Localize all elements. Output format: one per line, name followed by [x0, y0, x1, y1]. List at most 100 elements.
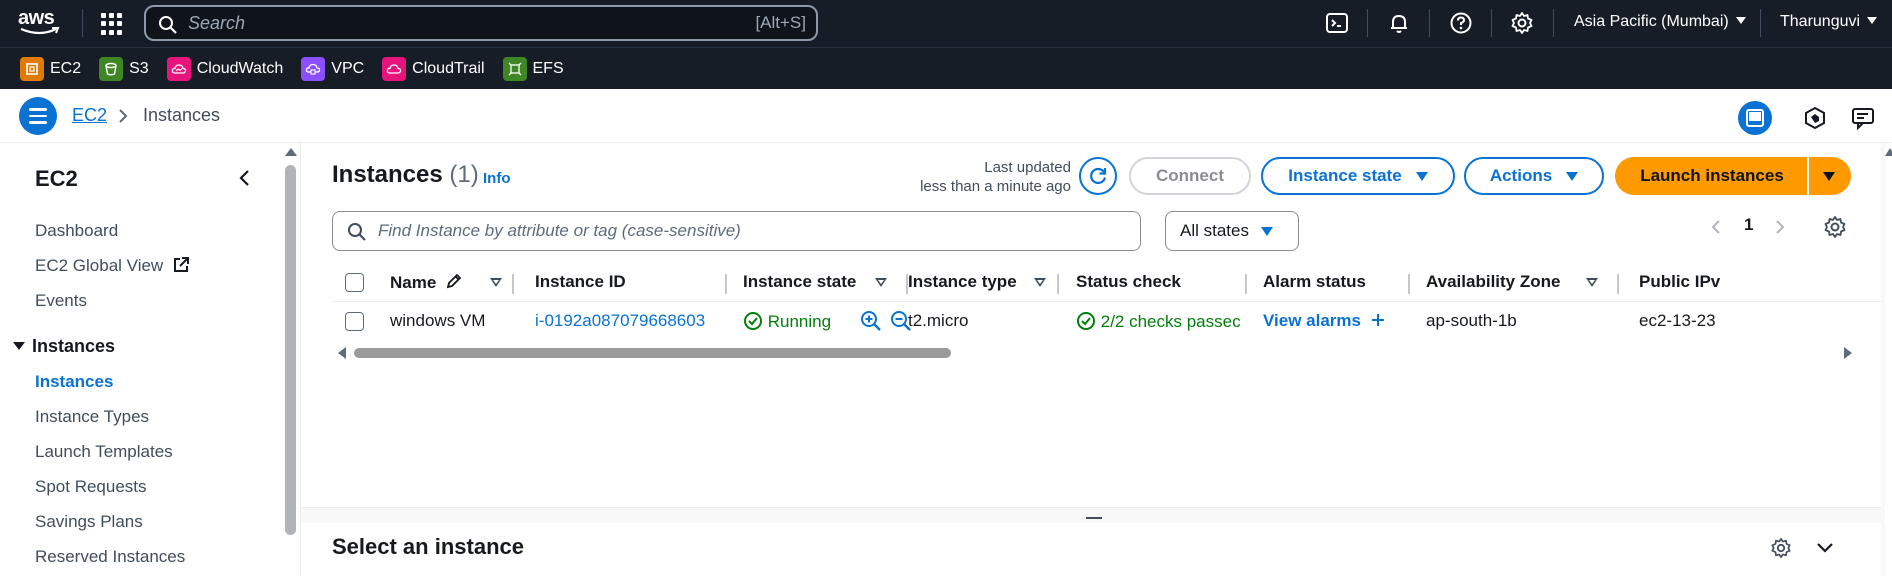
- column-resizer[interactable]: [1408, 274, 1410, 294]
- sidebar-item-spot-requests[interactable]: Spot Requests: [35, 477, 147, 497]
- sidebar-item-dashboard[interactable]: Dashboard: [35, 221, 118, 241]
- previous-page-icon[interactable]: [1709, 218, 1723, 236]
- cell-instance-id-link[interactable]: i-0192a087079668603: [535, 311, 705, 331]
- column-label: Instance type: [908, 272, 1017, 291]
- column-header-availability-zone[interactable]: Availability Zone: [1426, 272, 1560, 292]
- column-resizer[interactable]: [725, 274, 727, 294]
- divider: [1553, 9, 1554, 37]
- column-header-public-ip[interactable]: Public IPv: [1639, 272, 1720, 292]
- cloudshell-icon[interactable]: [1325, 11, 1349, 35]
- services-grid-icon[interactable]: [101, 13, 123, 35]
- chevron-down-icon[interactable]: [1815, 540, 1835, 556]
- table-header: Name Instance ID Instance state Instance…: [332, 264, 1881, 302]
- column-label: Name: [390, 273, 437, 292]
- scroll-left-icon[interactable]: [338, 347, 346, 359]
- scrollbar-thumb[interactable]: [285, 165, 296, 535]
- filter-placeholder: Find Instance by attribute or tag (case-…: [378, 221, 741, 240]
- page-number[interactable]: 1: [1744, 215, 1753, 235]
- column-header-name[interactable]: Name: [390, 272, 463, 293]
- feedback-icon[interactable]: [1846, 101, 1880, 135]
- select-all-checkbox[interactable]: [345, 273, 364, 292]
- table-row[interactable]: windows VM i-0192a087079668603 Running t…: [332, 302, 1881, 342]
- main-scrollbar[interactable]: [1885, 143, 1892, 576]
- favorite-cloudtrail[interactable]: CloudTrail: [382, 56, 485, 81]
- column-header-instance-state[interactable]: Instance state: [743, 272, 856, 292]
- instance-filter-input[interactable]: Find Instance by attribute or tag (case-…: [332, 211, 1141, 251]
- check-circle-icon: [744, 312, 762, 330]
- aws-logo[interactable]: aws: [18, 8, 64, 38]
- sort-icon[interactable]: [1034, 278, 1046, 287]
- aws-logo-text: aws: [18, 7, 55, 29]
- search-placeholder: Search: [188, 12, 246, 33]
- column-header-instance-id[interactable]: Instance ID: [535, 272, 626, 292]
- actions-button[interactable]: Actions: [1464, 157, 1604, 195]
- column-resizer[interactable]: [1617, 274, 1619, 294]
- scrollbar-thumb[interactable]: [354, 348, 951, 358]
- sidebar-section-instances[interactable]: Instances: [12, 336, 115, 357]
- favorite-label: VPC: [331, 59, 365, 77]
- cell-public-dns: ec2-13-23: [1639, 311, 1716, 330]
- sidebar-item-savings-plans[interactable]: Savings Plans: [35, 512, 143, 532]
- column-header-instance-type[interactable]: Instance type: [908, 272, 1017, 292]
- sidebar-item-global-view[interactable]: EC2 Global View: [35, 256, 190, 276]
- instance-state-button[interactable]: Instance state: [1261, 157, 1455, 195]
- button-label: Actions: [1489, 166, 1553, 185]
- next-page-icon[interactable]: [1773, 218, 1787, 236]
- launch-dropdown-caret-icon[interactable]: [1823, 172, 1835, 181]
- favorite-cloudwatch[interactable]: CloudWatch: [166, 56, 283, 81]
- refresh-button[interactable]: [1079, 157, 1117, 195]
- launch-instances-button[interactable]: Launch instances: [1615, 166, 1809, 186]
- favorite-efs[interactable]: EFS: [502, 56, 564, 81]
- column-header-status-check[interactable]: Status check: [1076, 272, 1181, 292]
- collapse-sidebar-icon[interactable]: [235, 168, 255, 188]
- search-input[interactable]: Search [Alt+S]: [144, 5, 818, 41]
- sort-icon[interactable]: [1586, 278, 1598, 287]
- split-panel-settings-icon[interactable]: [1770, 537, 1792, 559]
- help-icon[interactable]: [1449, 11, 1473, 35]
- column-resizer[interactable]: [1245, 274, 1247, 294]
- sort-icon[interactable]: [490, 278, 502, 287]
- table-horizontal-scrollbar[interactable]: [332, 345, 1852, 359]
- top-navigation: aws Search [Alt+S] Asia Pacific (Mumbai)…: [0, 0, 1892, 47]
- menu-toggle-button[interactable]: [19, 97, 57, 135]
- split-panel-icon[interactable]: [1738, 101, 1772, 135]
- view-alarms-link[interactable]: View alarms: [1263, 311, 1386, 331]
- zoom-in-icon[interactable]: [860, 310, 882, 332]
- breadcrumb-current: Instances: [143, 105, 221, 125]
- edit-pencil-icon: [446, 273, 462, 289]
- sidebar-scrollbar[interactable]: [283, 143, 299, 576]
- favorite-vpc[interactable]: VPC: [301, 56, 365, 81]
- caret-down-icon: [1867, 17, 1878, 24]
- bell-icon[interactable]: [1387, 11, 1411, 35]
- row-checkbox[interactable]: [345, 312, 364, 331]
- table-settings-icon[interactable]: [1823, 215, 1847, 239]
- settings-icon[interactable]: [1510, 11, 1534, 35]
- sidebar-item-events[interactable]: Events: [35, 291, 87, 311]
- divider: [82, 9, 83, 37]
- check-circle-icon: [1077, 312, 1095, 330]
- external-link-icon: [173, 257, 189, 272]
- favorite-label: S3: [129, 59, 149, 77]
- sidebar-item-reserved-instances[interactable]: Reserved Instances: [35, 547, 185, 567]
- region-selector[interactable]: Asia Pacific (Mumbai): [1574, 13, 1746, 31]
- states-select[interactable]: All states: [1165, 211, 1299, 251]
- divider: [1760, 9, 1761, 37]
- column-resizer[interactable]: [512, 274, 514, 294]
- column-header-alarm-status[interactable]: Alarm status: [1263, 272, 1366, 292]
- sidebar-item-instance-types[interactable]: Instance Types: [35, 407, 149, 427]
- favorite-ec2[interactable]: EC2: [20, 56, 81, 81]
- favorite-s3[interactable]: S3: [99, 56, 149, 81]
- sidebar-item-launch-templates[interactable]: Launch Templates: [35, 442, 173, 462]
- instances-panel: Instances (1) Info Last updated less tha…: [301, 143, 1881, 508]
- sort-icon[interactable]: [875, 278, 887, 287]
- scroll-right-icon[interactable]: [1844, 347, 1852, 359]
- info-link[interactable]: Info: [483, 170, 511, 187]
- column-resizer[interactable]: [1057, 274, 1059, 294]
- breadcrumb-link-ec2[interactable]: EC2: [72, 105, 107, 126]
- status-icon[interactable]: [1798, 101, 1832, 135]
- connect-button[interactable]: Connect: [1129, 157, 1251, 195]
- split-panel-resize-handle[interactable]: [1086, 517, 1102, 519]
- divider: [1367, 9, 1368, 37]
- user-menu[interactable]: Tharunguvi: [1780, 13, 1878, 31]
- sidebar-item-instances[interactable]: Instances: [35, 372, 113, 392]
